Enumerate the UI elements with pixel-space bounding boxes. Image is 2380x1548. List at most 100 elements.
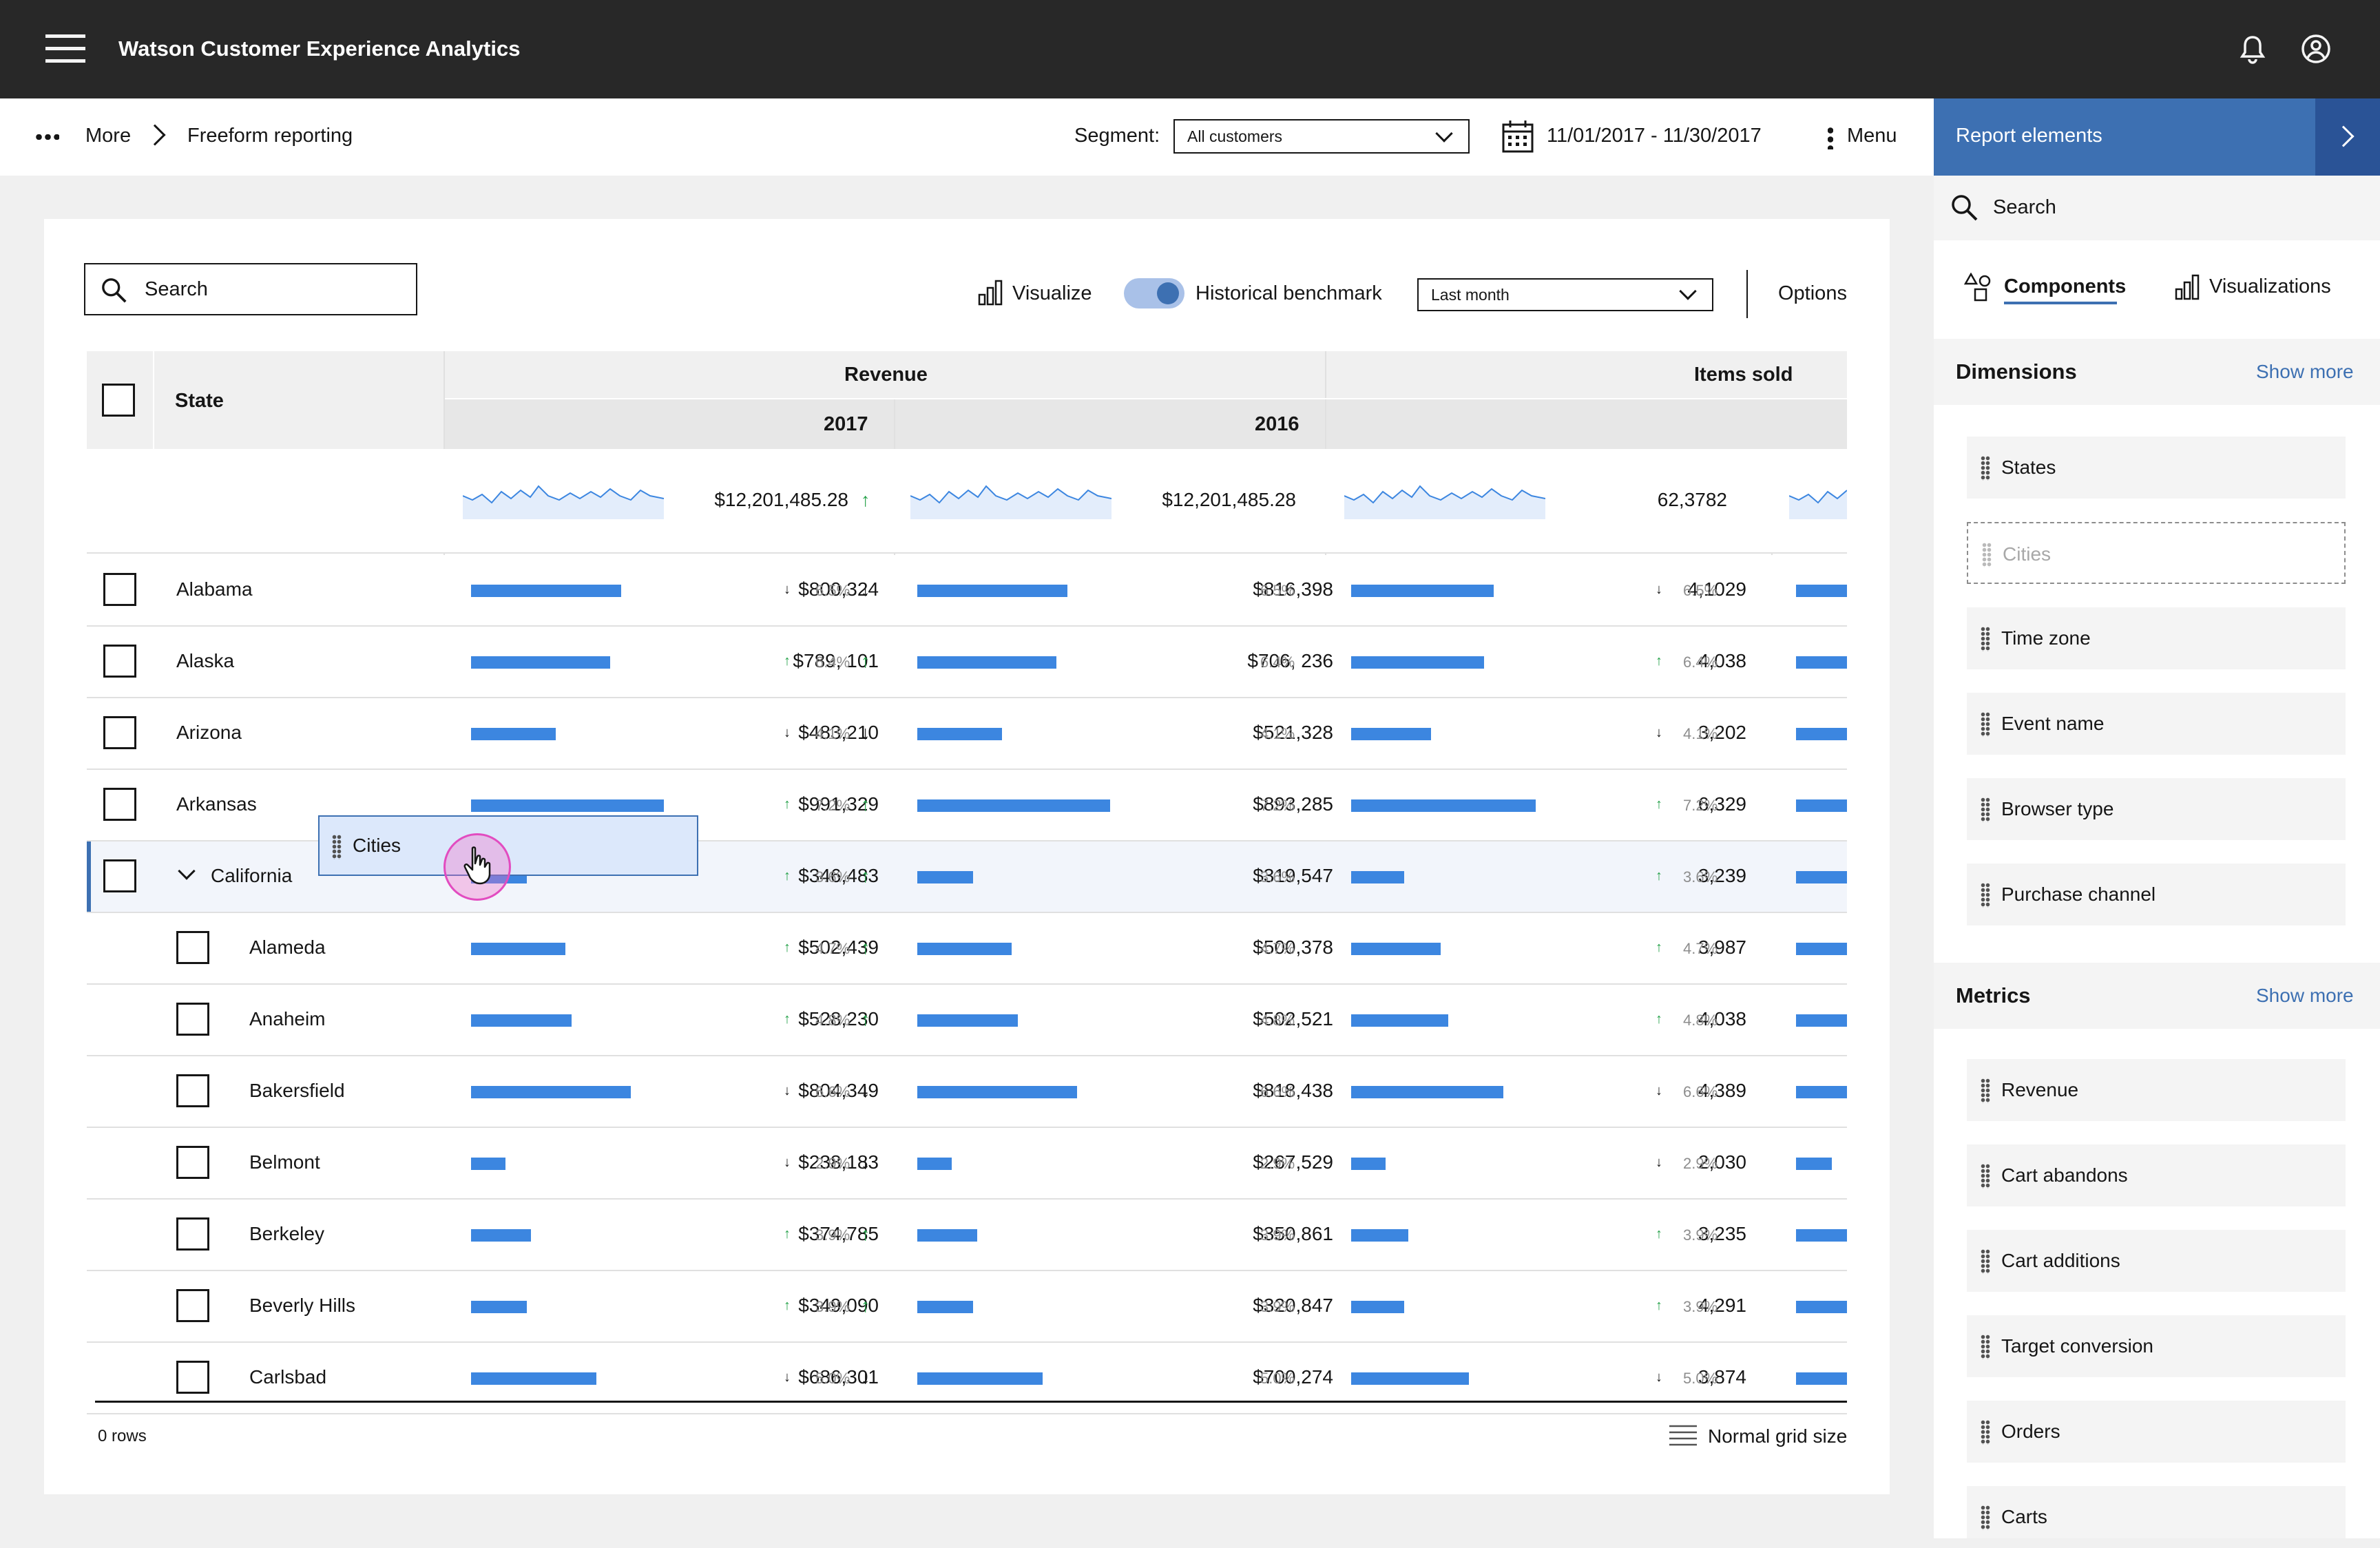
row-checkbox[interactable] (176, 1289, 209, 1322)
trend-up-icon: ↑ (1656, 1226, 1662, 1242)
table-row[interactable]: Alameda $502,439 ↑ 4.7% ↑ $500,378 4.7% 3,987 ↑ 4… (87, 913, 1847, 985)
date-range[interactable]: 11/01/2017 - 11/30/2017 (1547, 122, 1762, 149)
row-checkbox[interactable] (103, 859, 136, 892)
table-row[interactable]: Arizona $483,210 ↓ 4.1% ↓ $521,328 4.1% 3,202 ↓ 4… (87, 698, 1847, 770)
tab-components[interactable]: Components (2004, 273, 2126, 300)
drag-handle-icon[interactable] (1981, 883, 1990, 908)
row-state-name: Alameda (249, 937, 326, 958)
row-checkbox[interactable] (176, 1217, 209, 1251)
search-icon (102, 278, 127, 303)
row-checkbox[interactable] (103, 788, 136, 821)
table-row[interactable]: Beverly Hills $349,090 ↑ 3.9% ↑ $320,847 3.9% 4… (87, 1271, 1847, 1343)
drag-handle-icon[interactable] (1981, 456, 1990, 481)
table-row[interactable]: Bakersfield $804,349 ↓ 6.6% ↓ $818,438 6.6% 4,3… (87, 1056, 1847, 1128)
row-checkbox[interactable] (103, 645, 136, 678)
year-header-row (445, 399, 1847, 449)
state-column-header[interactable]: State (175, 387, 224, 415)
revenue-2017-percent: 6.6% (815, 1083, 850, 1100)
visualize-button[interactable]: Visualize (1012, 280, 1092, 307)
table-row[interactable]: Carlsbad $686,301 ↓ 5.0% ↓ $700,274 5.0% 3,874 ↓… (87, 1343, 1847, 1414)
drag-handle-icon[interactable] (1981, 712, 1990, 737)
revenue-2016-percent: 4.1% (1260, 725, 1295, 742)
menu-button[interactable]: Menu (1847, 122, 1897, 149)
metrics-show-more[interactable]: Show more (2256, 982, 2354, 1010)
options-button[interactable]: Options (1778, 280, 1847, 307)
revenue-2016-percent: 3.6% (1260, 868, 1295, 886)
next-column-bar (1796, 871, 1847, 883)
dimension-browser-type[interactable]: Browser type (1967, 778, 2346, 840)
trend-down-icon: ↓ (1656, 1155, 1662, 1170)
next-column-bar (1796, 1372, 1847, 1385)
revenue-2016-percent: 6.4% (1260, 653, 1295, 671)
year-2016-header[interactable]: 2016 (1255, 410, 1299, 438)
metric-orders[interactable]: Orders (1967, 1401, 2346, 1463)
drag-handle-icon[interactable] (1981, 1505, 1990, 1530)
segment-label: Segment: (1074, 125, 1160, 147)
year-2017-header[interactable]: 2017 (824, 410, 868, 438)
calendar-icon[interactable] (1501, 119, 1534, 154)
table-search-input[interactable]: Search (84, 263, 417, 315)
collapse-panel-button[interactable] (2315, 98, 2380, 176)
historical-benchmark-toggle[interactable] (1124, 278, 1184, 308)
drag-handle-icon[interactable] (1981, 627, 1990, 651)
dimension-time-zone[interactable]: Time zone (1967, 607, 2346, 669)
row-checkbox[interactable] (176, 1003, 209, 1036)
drag-handle-icon[interactable] (1981, 1078, 1990, 1103)
row-checkbox[interactable] (176, 1361, 209, 1394)
metric-revenue[interactable]: Revenue (1967, 1059, 2346, 1121)
table-row[interactable]: Alabama $800,324 ↓ 6.5% ↓ $816,398 6.5% 4,1029 ↓… (87, 555, 1847, 627)
drag-handle-icon[interactable] (1981, 1164, 1990, 1189)
panel-search[interactable]: Search (1934, 176, 2380, 240)
segment-dropdown[interactable]: All customers (1173, 119, 1470, 154)
table-row[interactable]: Anaheim $528,230 ↑ 4.8% ↑ $502,521 4.8% 4,038 ↑ 4… (87, 985, 1847, 1056)
items-sold-column-header[interactable]: Items sold (1694, 361, 1793, 388)
drag-handle-icon[interactable] (1981, 1249, 1990, 1274)
grid-size-button[interactable]: Normal grid size (1708, 1423, 1847, 1450)
dimension-cities-placeholder[interactable]: Cities (1967, 522, 2346, 584)
row-checkbox[interactable] (103, 716, 136, 749)
row-checkbox[interactable] (176, 931, 209, 964)
grid-size-icon[interactable] (1669, 1424, 1697, 1447)
tab-visualizations[interactable]: Visualizations (2209, 273, 2331, 300)
hamburger-menu-icon[interactable] (45, 34, 85, 63)
dimension-event-name[interactable]: Event name (1967, 693, 2346, 755)
panel-search-placeholder: Search (1993, 196, 2056, 218)
row-checkbox[interactable] (176, 1146, 209, 1179)
breadcrumb-current: Freeform reporting (187, 125, 353, 147)
metrics-section-header: Metrics Show more (1934, 963, 2380, 1029)
revenue-2016-percent: 2.9% (1260, 1155, 1295, 1172)
table-row[interactable]: Belmont $238,183 ↓ 2.9% ↓ $267,529 2.9% 2,030 ↓ 2… (87, 1128, 1847, 1200)
user-avatar-icon[interactable] (2300, 33, 2332, 65)
expand-chevron-icon[interactable] (178, 862, 196, 880)
revenue-column-header[interactable]: Revenue (844, 361, 928, 388)
drag-handle-icon[interactable] (1981, 1420, 1990, 1445)
visualizations-chart-icon (2175, 274, 2200, 300)
metric-cart-additions[interactable]: Cart additions (1967, 1230, 2346, 1292)
drag-handle-icon[interactable] (1981, 1335, 1990, 1359)
visualize-chart-icon[interactable] (978, 280, 1003, 306)
items-sold-bar (1351, 943, 1441, 955)
row-state-name: Alabama (176, 578, 253, 600)
row-checkbox[interactable] (103, 573, 136, 606)
metric-target-conversion[interactable]: Target conversion (1967, 1315, 2346, 1377)
row-checkbox[interactable] (176, 1074, 209, 1107)
table-row[interactable]: Berkeley $374,785 ↑ 3.9% ↑ $350,861 3.9% 3,235 ↑… (87, 1200, 1847, 1271)
metric-cart-abandons[interactable]: Cart abandons (1967, 1144, 2346, 1206)
notification-bell-icon[interactable] (2238, 34, 2267, 65)
report-elements-header: Report elements (1934, 98, 2315, 176)
metric-carts[interactable]: Carts (1967, 1486, 2346, 1538)
period-dropdown[interactable]: Last month (1417, 278, 1713, 311)
dimension-purchase-channel[interactable]: Purchase channel (1967, 864, 2346, 925)
select-all-checkbox[interactable] (102, 384, 135, 417)
breadcrumb-more[interactable]: More (85, 122, 131, 149)
search-icon (1952, 195, 1978, 221)
table-row[interactable]: Alaska $789, 101 ↑ 6.4% ↑ $706, 236 6.4% 4,038 ↑… (87, 627, 1847, 698)
revenue-2016-bar (917, 1301, 973, 1313)
trend-up-icon: ↑ (784, 1298, 791, 1313)
dimension-states[interactable]: States (1967, 437, 2346, 499)
drag-handle-icon[interactable] (1981, 797, 1990, 822)
revenue-2016-bar (917, 1229, 977, 1242)
overflow-dots-icon[interactable] (34, 134, 59, 140)
dimensions-show-more[interactable]: Show more (2256, 358, 2354, 386)
kebab-menu-icon[interactable] (1828, 126, 1833, 149)
